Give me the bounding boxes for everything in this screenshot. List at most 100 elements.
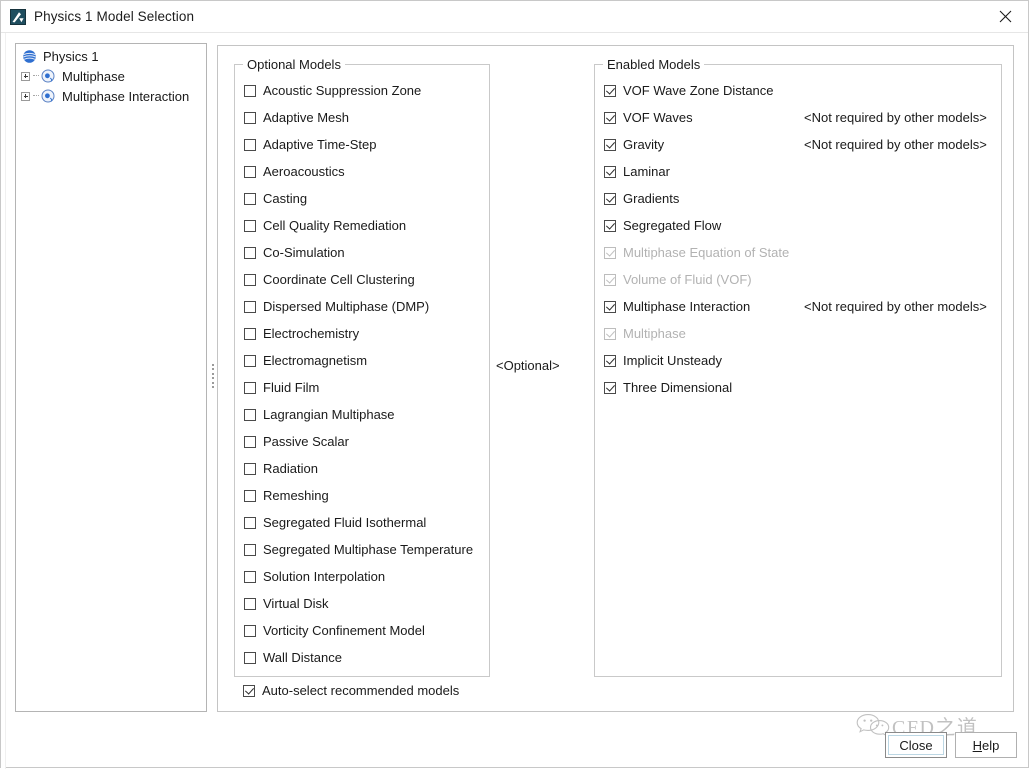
optional-model-row[interactable]: Electrochemistry: [244, 320, 485, 347]
optional-model-row[interactable]: Segregated Multiphase Temperature: [244, 536, 485, 563]
checkbox-box[interactable]: [244, 192, 256, 205]
optional-model-row[interactable]: Cell Quality Remediation: [244, 212, 485, 239]
checkbox-box[interactable]: [244, 273, 256, 286]
optional-model-row[interactable]: Remeshing: [244, 482, 485, 509]
checkbox-box[interactable]: [244, 300, 256, 313]
optional-model-row[interactable]: Virtual Disk: [244, 590, 485, 617]
close-button[interactable]: Close: [885, 732, 947, 758]
optional-model-row[interactable]: Segregated Fluid Isothermal: [244, 509, 485, 536]
checkbox-box[interactable]: [244, 165, 256, 178]
enabled-model-row[interactable]: Three Dimensional: [604, 374, 997, 401]
enabled-model-row[interactable]: Multiphase Interaction <Not required by o…: [604, 293, 997, 320]
enabled-model-row[interactable]: Gravity <Not required by other models>: [604, 131, 997, 158]
optional-model-row[interactable]: Dispersed Multiphase (DMP): [244, 293, 485, 320]
enabled-model-row[interactable]: Implicit Unsteady: [604, 347, 997, 374]
checkbox-box[interactable]: [244, 381, 256, 394]
optional-model-row[interactable]: Adaptive Mesh: [244, 104, 485, 131]
optional-models-group: Optional Models Acoustic Suppression Zon…: [234, 57, 490, 677]
checkbox-box[interactable]: [604, 354, 616, 367]
checkbox-box[interactable]: [604, 138, 616, 151]
tree-connector: [33, 95, 39, 97]
optional-model-row[interactable]: Casting: [244, 185, 485, 212]
help-button[interactable]: Help: [955, 732, 1017, 758]
help-button-label: elp: [982, 737, 1000, 753]
enabled-model-label: VOF Waves: [623, 110, 693, 125]
panel-splitter-handle[interactable]: [211, 364, 215, 388]
model-requirement-note: <Not required by other models>: [804, 110, 987, 125]
optional-models-list[interactable]: Acoustic Suppression Zone Adaptive Mesh Ad…: [244, 77, 485, 671]
optional-model-row[interactable]: Aeroacoustics: [244, 158, 485, 185]
tree-item-multiphase-interaction[interactable]: Multiphase Interaction: [16, 86, 206, 106]
window-title: Physics 1 Model Selection: [34, 9, 195, 24]
checkbox-box: [604, 246, 616, 259]
checkbox-box[interactable]: [604, 84, 616, 97]
optional-model-label: Virtual Disk: [263, 596, 329, 611]
optional-model-label: Electromagnetism: [263, 353, 368, 368]
enabled-model-label: Gradients: [623, 191, 680, 206]
optional-models-title: Optional Models: [243, 57, 345, 72]
optional-model-row[interactable]: Passive Scalar: [244, 428, 485, 455]
auto-select-recommended-checkbox[interactable]: Auto-select recommended models: [243, 683, 459, 698]
enabled-model-row[interactable]: Multiphase: [604, 320, 997, 347]
optional-model-row[interactable]: Acoustic Suppression Zone: [244, 77, 485, 104]
checkbox-box[interactable]: [604, 381, 616, 394]
auto-select-label: Auto-select recommended models: [262, 683, 460, 698]
enabled-model-row[interactable]: VOF Waves <Not required by other models>: [604, 104, 997, 131]
dialog-window: Physics 1 Model Selection Physics 1 Mult…: [0, 0, 1029, 769]
enabled-model-row[interactable]: Segregated Flow: [604, 212, 997, 239]
enabled-model-label: Laminar: [623, 164, 670, 179]
optional-model-label: Segregated Multiphase Temperature: [263, 542, 474, 557]
checkbox-box[interactable]: [604, 192, 616, 205]
enabled-model-label: Segregated Flow: [623, 218, 722, 233]
expand-icon[interactable]: [21, 71, 30, 81]
checkbox-box[interactable]: [244, 111, 256, 124]
checkbox-box[interactable]: [244, 219, 256, 232]
checkbox-box[interactable]: [244, 570, 256, 583]
checkbox-box[interactable]: [244, 84, 256, 97]
checkbox-box[interactable]: [243, 684, 255, 697]
optional-model-row[interactable]: Solution Interpolation: [244, 563, 485, 590]
checkbox-box[interactable]: [604, 111, 616, 124]
enabled-model-label: Implicit Unsteady: [623, 353, 722, 368]
checkbox-box[interactable]: [244, 354, 256, 367]
checkbox-box[interactable]: [604, 165, 616, 178]
checkbox-box[interactable]: [244, 138, 256, 151]
optional-model-row[interactable]: Co-Simulation: [244, 239, 485, 266]
optional-model-row[interactable]: Radiation: [244, 455, 485, 482]
optional-model-row[interactable]: Coordinate Cell Clustering: [244, 266, 485, 293]
checkbox-box[interactable]: [244, 597, 256, 610]
tree-item-label: Multiphase Interaction: [62, 88, 190, 104]
optional-model-row[interactable]: Vorticity Confinement Model: [244, 617, 485, 644]
checkbox-box[interactable]: [244, 462, 256, 475]
checkbox-box[interactable]: [244, 489, 256, 502]
enabled-model-label: Multiphase: [623, 326, 686, 341]
checkbox-box[interactable]: [604, 219, 616, 232]
checkbox-box[interactable]: [604, 300, 616, 313]
checkbox-box[interactable]: [244, 624, 256, 637]
expand-icon[interactable]: [21, 91, 30, 101]
optional-model-row[interactable]: Lagrangian Multiphase: [244, 401, 485, 428]
checkbox-box[interactable]: [244, 516, 256, 529]
optional-model-label: Wall Distance: [263, 650, 342, 665]
optional-model-row[interactable]: Electromagnetism: [244, 347, 485, 374]
optional-model-row[interactable]: Adaptive Time-Step: [244, 131, 485, 158]
checkbox-box[interactable]: [244, 435, 256, 448]
enabled-model-row[interactable]: Multiphase Equation of State: [604, 239, 997, 266]
enabled-models-list[interactable]: VOF Wave Zone Distance VOF Waves <Not requ…: [604, 77, 997, 401]
checkbox-box[interactable]: [244, 408, 256, 421]
tree-item-physics-1[interactable]: Physics 1: [16, 46, 206, 66]
close-icon[interactable]: [982, 1, 1028, 32]
enabled-model-row[interactable]: Volume of Fluid (VOF): [604, 266, 997, 293]
optional-model-row[interactable]: Fluid Film: [244, 374, 485, 401]
tree-item-multiphase[interactable]: Multiphase: [16, 66, 206, 86]
checkbox-box[interactable]: [244, 651, 256, 664]
enabled-model-row[interactable]: Gradients: [604, 185, 997, 212]
model-node-icon: [41, 89, 55, 103]
checkbox-box[interactable]: [244, 246, 256, 259]
checkbox-box[interactable]: [244, 543, 256, 556]
checkbox-box[interactable]: [244, 327, 256, 340]
enabled-model-row[interactable]: VOF Wave Zone Distance: [604, 77, 997, 104]
enabled-model-row[interactable]: Laminar: [604, 158, 997, 185]
optional-model-row[interactable]: Wall Distance: [244, 644, 485, 671]
physics-tree-panel[interactable]: Physics 1 Multiphase Multiphase Interact…: [15, 43, 207, 712]
